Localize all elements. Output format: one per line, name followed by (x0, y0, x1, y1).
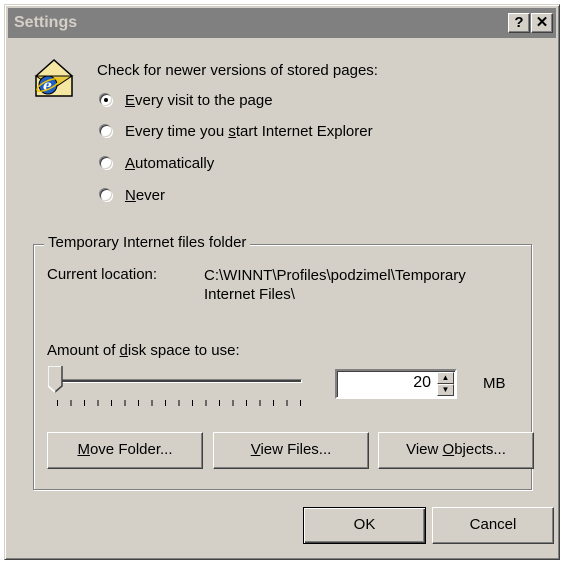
radio-button[interactable] (100, 125, 112, 137)
radio-label: Every time you start Internet Explorer (125, 122, 373, 140)
disk-space-value[interactable]: 20 (413, 374, 431, 392)
radio-label: Automatically (125, 154, 215, 172)
radio-button[interactable] (100, 157, 112, 169)
current-location-line1: C:\WINNT\Profiles\podzimel\Temporary (204, 267, 466, 284)
radio-automatically[interactable]: Automatically (100, 152, 214, 174)
radio-button[interactable] (100, 94, 112, 106)
disk-space-label: Amount of disk space to use: (47, 342, 240, 359)
close-icon: ✕ (535, 14, 549, 31)
close-button[interactable]: ✕ (531, 13, 553, 33)
view-files-button[interactable]: View Files... (213, 432, 369, 469)
spin-buttons[interactable]: ▲ ▼ (437, 372, 454, 396)
temp-files-group-label: Temporary Internet files folder (44, 233, 251, 253)
ie-settings-icon: e (34, 58, 74, 97)
radio-button[interactable] (100, 189, 112, 201)
ok-button[interactable]: OK (303, 507, 426, 544)
disk-space-spinbox[interactable]: 20 ▲ ▼ (335, 369, 457, 399)
radio-every-visit[interactable]: Every visit to the page (100, 89, 273, 111)
window-title: Settings (14, 14, 78, 31)
help-icon: ? (514, 14, 524, 31)
radio-never[interactable]: Never (100, 184, 165, 206)
current-location-path: C:\WINNT\Profiles\podzimel\Temporary Int… (204, 266, 466, 304)
radio-label: Never (125, 186, 166, 204)
current-location-label: Current location: (47, 266, 158, 283)
disk-space-unit: MB (483, 375, 506, 392)
spin-down-icon[interactable]: ▼ (437, 384, 454, 396)
help-button[interactable]: ? (508, 13, 530, 33)
view-objects-button[interactable]: View Objects... (378, 432, 534, 469)
slider-ticks (57, 400, 301, 410)
cancel-button[interactable]: Cancel (432, 507, 554, 544)
disk-space-slider-thumb[interactable] (48, 366, 63, 393)
check-heading: Check for newer versions of stored pages… (97, 62, 378, 79)
disk-space-slider-track[interactable] (55, 379, 302, 383)
spin-up-icon[interactable]: ▲ (437, 372, 454, 384)
radio-every-start[interactable]: Every time you start Internet Explorer (100, 120, 373, 142)
radio-label: Every visit to the page (125, 91, 273, 109)
title-bar[interactable]: Settings ? ✕ (8, 8, 556, 38)
current-location-line2: Internet Files\ (204, 286, 295, 303)
move-folder-button[interactable]: Move Folder... (47, 432, 203, 469)
